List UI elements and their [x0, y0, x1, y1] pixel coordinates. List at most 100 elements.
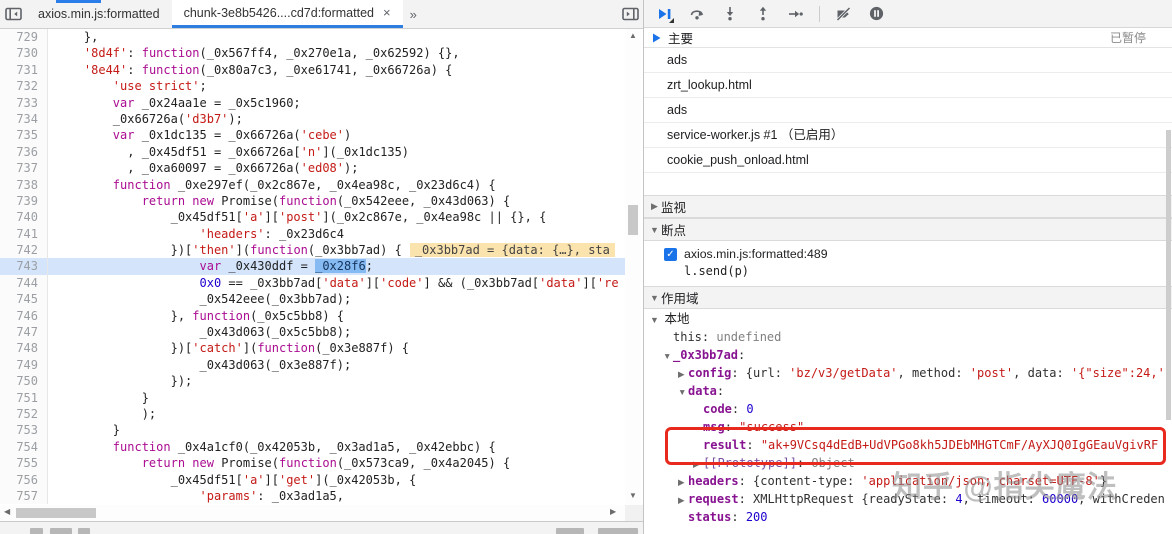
thread-item[interactable]: service-worker.js #1 （已启用）	[644, 123, 1172, 148]
scope-row[interactable]: result: "ak+9VCsq4dEdB+UdVPGo8kh5JDEbMHG…	[644, 436, 1172, 454]
line-number[interactable]: 753	[0, 422, 48, 439]
scope-row[interactable]: ▶ headers: {content-type: 'application/js…	[644, 472, 1172, 490]
chevron-down-icon[interactable]: ▼	[678, 383, 688, 400]
scrollbar-thumb[interactable]	[628, 205, 638, 235]
chevron-down-icon[interactable]: ▼	[663, 347, 673, 364]
code-line[interactable]: 733 var _0x24aa1e = _0x5c1960;	[0, 94, 625, 111]
code-line[interactable]: 736 , _0x45df51 = _0x66726a['n'](_0x1dc1…	[0, 143, 625, 161]
scroll-down-icon[interactable]: ▼	[625, 491, 641, 500]
code-line[interactable]: 751 }	[0, 389, 625, 406]
thread-item[interactable]: ads	[644, 48, 1172, 73]
scope-row[interactable]: status: 200	[644, 508, 1172, 526]
line-number[interactable]: 745	[0, 291, 48, 308]
code-line[interactable]: 737 , _0xa60097 = _0x66726a('ed08');	[0, 160, 625, 177]
line-number[interactable]: 755	[0, 455, 48, 472]
code-editor[interactable]: 729 }, 730 '8d4f': function(_0x567ff4, _0…	[0, 29, 625, 505]
code-line[interactable]: 741 'headers': _0x23d6c4	[0, 225, 625, 243]
line-number[interactable]: 736	[0, 143, 48, 161]
line-number[interactable]: 737	[0, 160, 48, 177]
line-number[interactable]: 731	[0, 61, 48, 79]
line-number[interactable]: 741	[0, 225, 48, 243]
code-line[interactable]: 746 }, function(_0x5c5bb8) {	[0, 307, 625, 325]
code-line[interactable]: 752 );	[0, 405, 625, 423]
code-line[interactable]: 744 0x0 == _0x3bb7ad['data']['code'] && …	[0, 274, 625, 292]
code-line[interactable]: 734 _0x66726a('d3b7');	[0, 110, 625, 128]
code-line[interactable]: 750 });	[0, 373, 625, 390]
code-line[interactable]: 753 }	[0, 422, 625, 439]
step-out-icon[interactable]	[753, 4, 773, 24]
scope-row[interactable]: ▼ _0x3bb7ad:	[644, 346, 1172, 364]
show-debugger-icon[interactable]	[617, 0, 643, 28]
deactivate-breakpoints-icon[interactable]	[833, 4, 853, 24]
section-scope[interactable]: ▼ 作用域	[644, 286, 1172, 309]
line-number[interactable]: 740	[0, 209, 48, 226]
scope-row[interactable]: msg: "success"	[644, 418, 1172, 436]
close-tab-icon[interactable]: ×	[383, 6, 391, 19]
scope-row[interactable]: ▶ [[Prototype]]: Object	[644, 454, 1172, 472]
line-number[interactable]: 747	[0, 324, 48, 341]
sidebar-scrollbar-thumb[interactable]	[1166, 130, 1171, 420]
code-line[interactable]: 740 _0x45df51['a']['post'](_0x2c867e, _0…	[0, 209, 625, 226]
line-number[interactable]: 734	[0, 110, 48, 128]
tab-chunk-formatted[interactable]: chunk-3e8b5426....cd7d:formatted ×	[171, 0, 403, 28]
editor-horizontal-scrollbar[interactable]: ◀ ▶	[0, 505, 625, 521]
code-line[interactable]: 745 _0x542eee(_0x3bb7ad);	[0, 291, 625, 308]
code-line[interactable]: 742 })['then'](function(_0x3bb7ad) {_0x3…	[0, 242, 625, 259]
chevron-right-icon[interactable]: ▶	[678, 365, 688, 382]
line-number[interactable]: 738	[0, 176, 48, 193]
scrollbar-thumb[interactable]	[16, 508, 96, 518]
section-watch[interactable]: ▶ 监视	[644, 195, 1172, 218]
line-number[interactable]: 743	[0, 258, 48, 275]
code-line[interactable]: 755 return new Promise(function(_0x573ca…	[0, 455, 625, 472]
line-number[interactable]: 750	[0, 373, 48, 390]
line-number[interactable]: 756	[0, 471, 48, 488]
tab-axios-min-js[interactable]: axios.min.js:formatted	[26, 0, 172, 28]
line-number[interactable]: 744	[0, 274, 48, 292]
line-number[interactable]: 730	[0, 45, 48, 62]
code-line[interactable]: 732 'use strict';	[0, 78, 625, 95]
step-icon[interactable]	[786, 4, 806, 24]
breakpoint-entry[interactable]: ✓ axios.min.js:formatted:489 l.send(p)	[644, 242, 1172, 286]
chevron-right-icon[interactable]: ▶	[678, 473, 688, 490]
line-number[interactable]: 751	[0, 389, 48, 406]
scope-row[interactable]: ▼ data:	[644, 382, 1172, 400]
breakpoint-checkbox[interactable]: ✓	[664, 247, 677, 261]
code-line[interactable]: 739 return new Promise(function(_0x542ee…	[0, 192, 625, 210]
thread-item[interactable]: ads	[644, 98, 1172, 123]
scope-row[interactable]: ▶ config: {url: 'bz/v3/getData', method: …	[644, 364, 1172, 382]
line-number[interactable]: 729	[0, 29, 48, 46]
chevron-right-icon[interactable]: ▶	[693, 455, 703, 472]
code-line[interactable]: 729 },	[0, 29, 625, 46]
line-number[interactable]: 742	[0, 242, 48, 259]
code-line[interactable]: 754 function _0x4a1cf0(_0x42053b, _0x3ad…	[0, 438, 625, 456]
pause-on-exceptions-icon[interactable]	[866, 4, 886, 24]
line-number[interactable]: 733	[0, 94, 48, 111]
scope-row[interactable]: code: 0	[644, 400, 1172, 418]
scope-local-row[interactable]: ▼ 本地	[644, 310, 1172, 328]
code-line[interactable]: 748 })['catch'](function(_0x3e887f) {	[0, 340, 625, 357]
line-number[interactable]: 749	[0, 356, 48, 374]
line-number[interactable]: 752	[0, 405, 48, 423]
line-number[interactable]: 746	[0, 307, 48, 325]
thread-item[interactable]: cookie_push_onload.html	[644, 148, 1172, 173]
step-into-icon[interactable]	[720, 4, 740, 24]
line-number[interactable]: 739	[0, 192, 48, 210]
code-line[interactable]: 756 _0x45df51['a']['get'](_0x42053b, {	[0, 471, 625, 488]
code-line[interactable]: 735 var _0x1dc135 = _0x66726a('cebe')	[0, 127, 625, 144]
section-breakpoints[interactable]: ▼ 断点	[644, 218, 1172, 241]
step-over-icon[interactable]	[687, 4, 707, 24]
code-line[interactable]: 730 '8d4f': function(_0x567ff4, _0x270e1…	[0, 45, 625, 62]
code-line[interactable]: 743 var _0x430ddf = _0x28f6;	[0, 258, 625, 275]
line-number[interactable]: 735	[0, 127, 48, 144]
line-number[interactable]: 732	[0, 78, 48, 95]
more-tabs-icon[interactable]: »	[403, 0, 424, 28]
editor-vertical-scrollbar[interactable]: ▲ ▼	[625, 29, 641, 505]
scroll-right-icon[interactable]: ▶	[610, 507, 616, 516]
resume-icon[interactable]	[654, 4, 674, 24]
code-line[interactable]: 738 function _0xe297ef(_0x2c867e, _0x4ea…	[0, 176, 625, 193]
code-line[interactable]: 749 _0x43d063(_0x3e887f);	[0, 356, 625, 374]
thread-item[interactable]: zrt_lookup.html	[644, 73, 1172, 98]
scope-row[interactable]: ▶ request: XMLHttpRequest {readyState: 4,…	[644, 490, 1172, 508]
scroll-up-icon[interactable]: ▲	[625, 31, 641, 40]
scope-row[interactable]: this: undefined	[644, 328, 1172, 346]
